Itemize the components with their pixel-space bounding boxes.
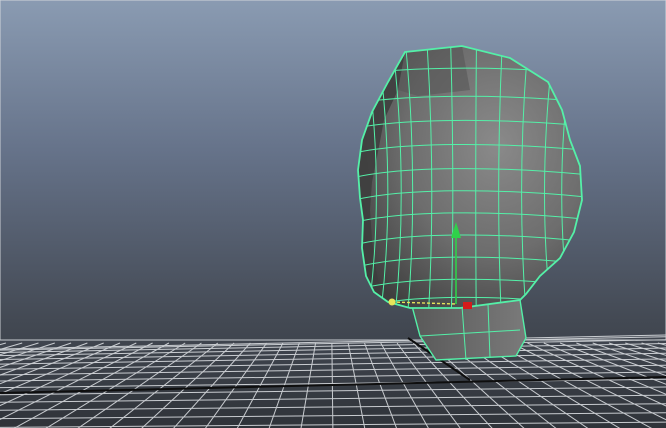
yellow-axis-end[interactable] bbox=[388, 298, 396, 306]
red-pivot-icon[interactable] bbox=[463, 302, 472, 309]
3d-viewport[interactable] bbox=[0, 0, 666, 428]
viewport-canvas[interactable] bbox=[0, 0, 666, 428]
